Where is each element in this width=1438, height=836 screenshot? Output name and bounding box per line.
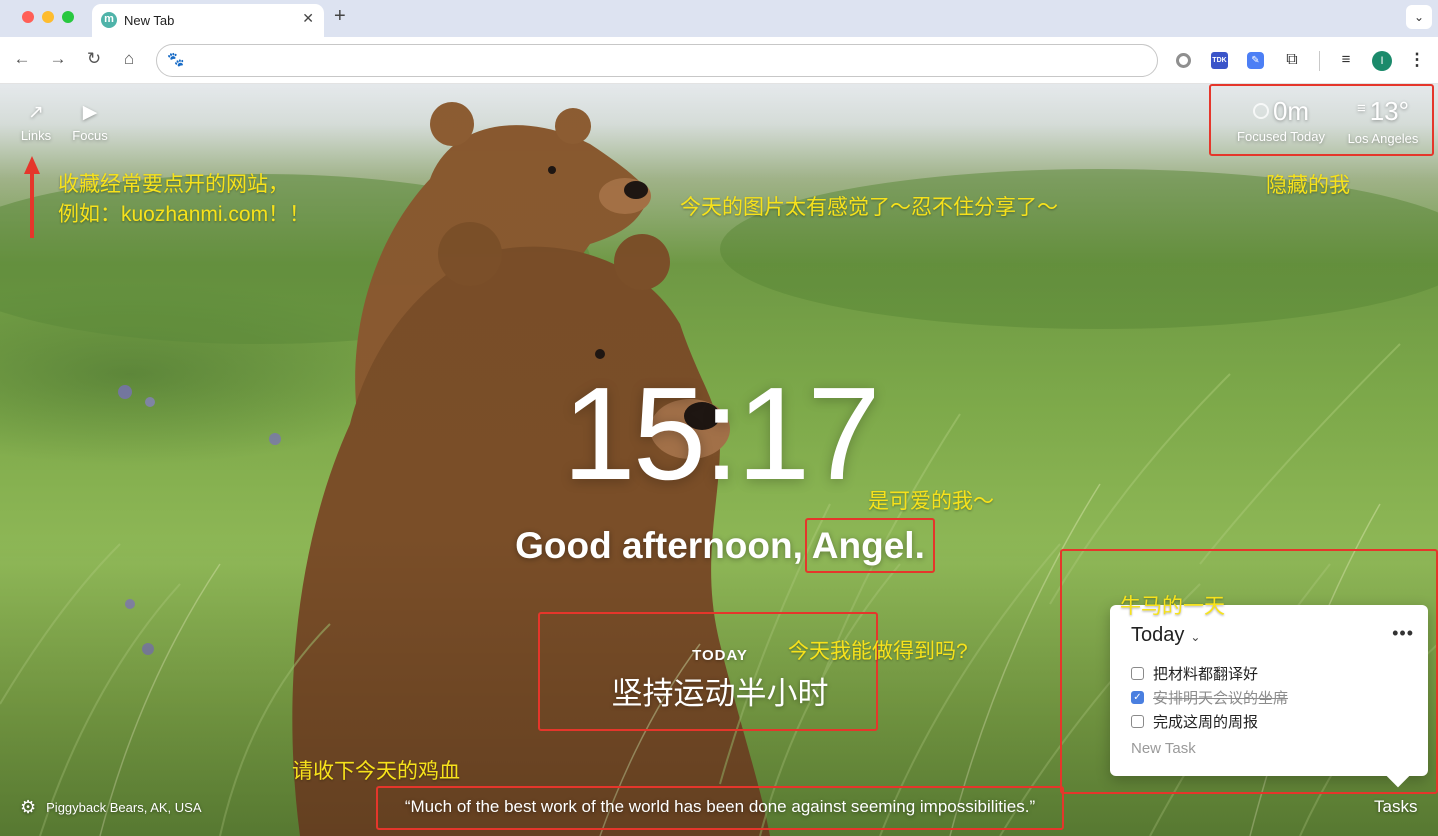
gear-icon[interactable]: ⚙ (20, 797, 36, 817)
annotation-box-tasks (1060, 549, 1438, 794)
close-window-button[interactable] (22, 11, 34, 23)
back-icon[interactable]: ← (10, 49, 34, 69)
annotation-box-focus (538, 612, 878, 731)
annotation-image-note: 今天的图片太有感觉了～忍不住分享了～ (680, 196, 1058, 219)
profile-avatar[interactable]: I (1372, 51, 1392, 71)
maximize-window-button[interactable] (62, 11, 74, 23)
momentum-favicon-icon: m (101, 12, 117, 28)
annotation-links-note-1: 收藏经常要点开的网站， (58, 173, 289, 196)
links-label: Links (20, 128, 52, 143)
annotation-links-note-2: 例如：kuozhanmi.com！！ (58, 203, 311, 226)
tab-title: New Tab (124, 13, 175, 28)
clock[interactable]: 15:17 (500, 359, 940, 509)
annotation-box-name (805, 518, 935, 573)
edit-extension-icon[interactable]: ✎ (1247, 52, 1264, 69)
tab-close-icon[interactable]: ✕ (302, 10, 314, 27)
external-link-icon: ↗ (28, 102, 44, 123)
annotation-tasks-note: 牛马的一天 (1120, 595, 1225, 618)
browser-toolbar: ← → ↻ ⌂ 🐾 TDK ✎ ⧉ ≡ I ⋮ (0, 37, 1438, 84)
annotation-name-note: 是可爱的我～ (868, 490, 994, 513)
address-bar[interactable]: 🐾 (156, 44, 1158, 77)
annotation-quote-note: 请收下今天的鸡血 (292, 760, 460, 783)
tdk-extension-icon[interactable]: TDK (1211, 52, 1228, 69)
tab-search-dropdown-button[interactable]: ⌄ (1406, 5, 1432, 29)
annotation-hidden-note: 隐藏的我 (1266, 174, 1350, 197)
forward-icon[interactable]: → (46, 49, 70, 69)
annotation-box-quote (376, 786, 1064, 830)
home-icon[interactable]: ⌂ (117, 49, 141, 69)
minimize-window-button[interactable] (42, 11, 54, 23)
photo-credit: Piggyback Bears, AK, USA (46, 799, 202, 815)
annotation-arrow (24, 156, 40, 238)
puzzle-icon[interactable]: ⧉ (1282, 50, 1302, 70)
extension-circle-icon[interactable] (1176, 53, 1191, 68)
media-queue-icon[interactable]: ≡ (1336, 50, 1356, 70)
kebab-menu-icon[interactable]: ⋮ (1407, 50, 1427, 70)
links-button[interactable]: ↗ Links (18, 101, 54, 143)
focus-button[interactable]: ▶ Focus (70, 101, 110, 143)
focus-label: Focus (72, 128, 108, 143)
tasks-button[interactable]: Tasks (1374, 797, 1417, 817)
reload-icon[interactable]: ↻ (82, 49, 106, 69)
browser-titlebar: m New Tab ✕ + ⌄ (0, 0, 1438, 37)
momentum-new-tab-page: ↗ Links ▶ Focus 0m Focused Today ≡ 13° Lo… (0, 84, 1438, 836)
photo-info[interactable]: ⚙ Piggyback Bears, AK, USA (20, 797, 202, 819)
toolbar-divider (1319, 51, 1320, 71)
annotation-focus-note: 今天我能做得到吗? (788, 640, 968, 663)
new-tab-button[interactable]: + (334, 5, 346, 28)
annotation-box-metrics (1209, 84, 1434, 156)
browser-tab-new-tab[interactable]: m New Tab ✕ (92, 4, 324, 37)
play-icon: ▶ (82, 102, 98, 123)
baidu-paw-icon: 🐾 (167, 51, 185, 67)
